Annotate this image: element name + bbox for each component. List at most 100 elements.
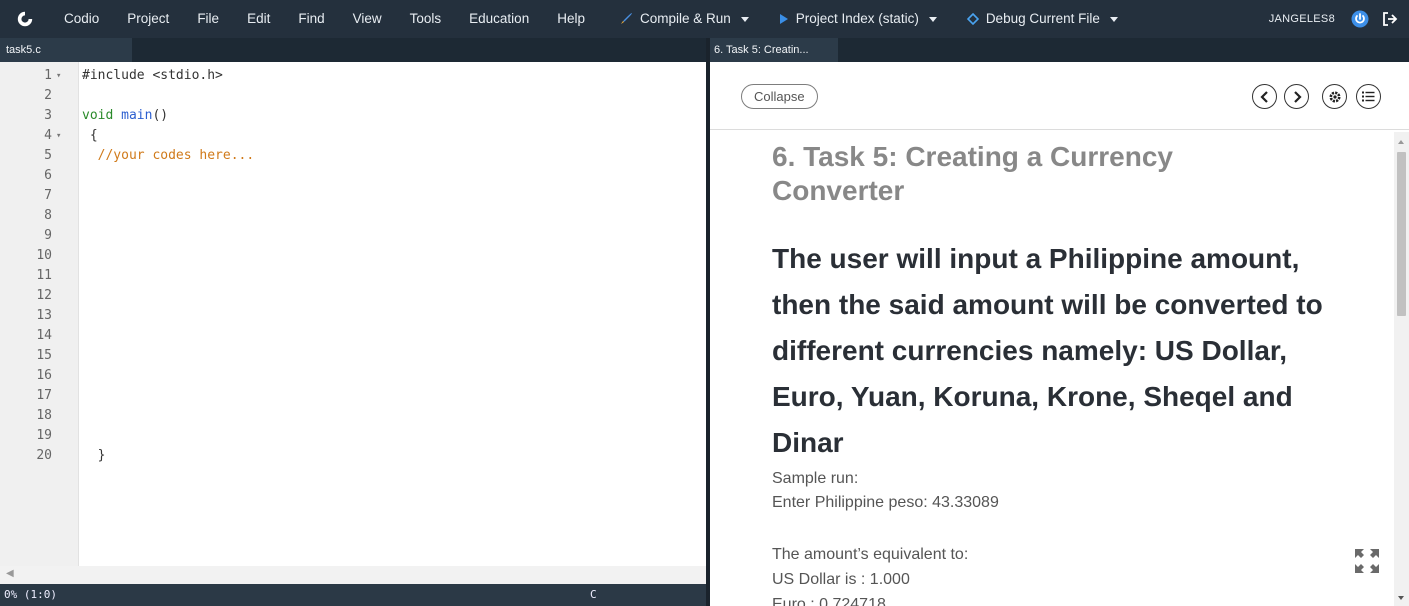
rocket-icon xyxy=(619,12,633,26)
settings-button[interactable] xyxy=(1322,84,1347,109)
line-number: 1 xyxy=(44,68,52,83)
line-number: 8 xyxy=(44,208,52,223)
line-number: 12 xyxy=(36,288,52,303)
code-line[interactable]: 4 ▾ { xyxy=(0,126,706,146)
sample-input-line: Enter Philippine peso: 43.33089 xyxy=(772,494,999,511)
collapse-button[interactable]: Collapse xyxy=(741,84,818,109)
code-text[interactable]: } xyxy=(82,446,106,466)
line-number: 9 xyxy=(44,228,52,243)
line-number: 4 xyxy=(44,128,52,143)
language-mode[interactable]: C xyxy=(590,584,597,606)
tab-task5-c[interactable]: task5.c xyxy=(0,38,132,62)
chevron-down-icon[interactable] xyxy=(740,16,749,22)
prev-page-button[interactable] xyxy=(1252,84,1277,109)
code-line[interactable]: 17 xyxy=(0,386,706,406)
chevron-down-icon[interactable] xyxy=(1109,16,1118,22)
code-text[interactable]: void main() xyxy=(82,106,168,126)
guide-vertical-scrollbar[interactable] xyxy=(1394,132,1409,606)
code-line[interactable]: 5 //your codes here... xyxy=(0,146,706,166)
menu-edit[interactable]: Edit xyxy=(233,0,284,38)
line-number: 10 xyxy=(36,248,52,263)
menu-file[interactable]: File xyxy=(183,0,233,38)
line-number: 3 xyxy=(44,108,52,123)
line-number: 16 xyxy=(36,368,52,383)
code-line[interactable]: 1 ▾ #include <stdio.h> xyxy=(0,66,706,86)
line-number: 2 xyxy=(44,88,52,103)
tab-guide-task5[interactable]: 6. Task 5: Creatin... xyxy=(710,38,838,62)
line-number: 19 xyxy=(36,428,52,443)
code-line[interactable]: 3 void main() xyxy=(0,106,706,126)
code-line[interactable]: 6 xyxy=(0,166,706,186)
equivalent-label: The amount’s equivalent to: xyxy=(772,546,969,563)
menu-find[interactable]: Find xyxy=(284,0,338,38)
scrollbar-thumb[interactable] xyxy=(1397,152,1406,316)
guide-panel: Collapse 6. Task 5: Creating a Currency … xyxy=(710,62,1409,606)
guide-toolbar: Collapse xyxy=(710,62,1409,130)
sample-run-label: Sample run: xyxy=(772,470,859,487)
codio-logo-icon[interactable] xyxy=(0,0,50,38)
code-line[interactable]: 7 xyxy=(0,186,706,206)
menu-tools[interactable]: Tools xyxy=(396,0,456,38)
chevron-down-icon[interactable] xyxy=(928,16,937,22)
function-name-token: main xyxy=(121,108,153,123)
code-line[interactable]: 20 } xyxy=(0,446,706,466)
line-number: 11 xyxy=(36,268,52,283)
username-label[interactable]: JANGELES8 xyxy=(1269,13,1335,25)
fold-toggle-icon[interactable]: ▾ xyxy=(56,66,61,86)
code-line[interactable]: 11 xyxy=(0,266,706,286)
code-line[interactable]: 19 xyxy=(0,426,706,446)
logout-icon[interactable] xyxy=(1379,8,1401,30)
fold-toggle-icon[interactable]: ▾ xyxy=(56,126,61,146)
next-page-button[interactable] xyxy=(1284,84,1309,109)
code-line[interactable]: 9 xyxy=(0,226,706,246)
us-dollar-line: US Dollar is : 1.000 xyxy=(772,571,910,588)
code-line[interactable]: 18 xyxy=(0,406,706,426)
top-menu-bar: Codio Project File Edit Find View Tools … xyxy=(0,0,1409,38)
menu-codio[interactable]: Codio xyxy=(50,0,113,38)
code-line[interactable]: 13 xyxy=(0,306,706,326)
line-number: 13 xyxy=(36,308,52,323)
power-icon[interactable] xyxy=(1349,8,1371,30)
list-icon xyxy=(1362,91,1375,102)
code-text[interactable]: #include <stdio.h> xyxy=(82,66,223,86)
table-of-contents-button[interactable] xyxy=(1356,84,1381,109)
menu-education[interactable]: Education xyxy=(455,0,543,38)
gear-icon xyxy=(1329,91,1340,102)
scroll-down-icon[interactable] xyxy=(1398,596,1404,600)
debug-file-button[interactable]: Debug Current File xyxy=(957,0,1128,38)
menu-view[interactable]: View xyxy=(339,0,396,38)
code-line[interactable]: 8 xyxy=(0,206,706,226)
project-index-label: Project Index (static) xyxy=(795,11,919,26)
code-line[interactable]: 12 xyxy=(0,286,706,306)
code-text[interactable]: //your codes here... xyxy=(82,146,255,166)
code-line[interactable]: 14 xyxy=(0,326,706,346)
play-icon xyxy=(779,13,789,25)
line-number: 6 xyxy=(44,168,52,183)
code-editor[interactable]: 1 ▾ #include <stdio.h> 2 3 void main() 4 ▾ {5 /… xyxy=(0,62,706,584)
editor-tab-strip: task5.c xyxy=(0,38,706,62)
code-text[interactable]: { xyxy=(82,126,98,146)
line-number: 15 xyxy=(36,348,52,363)
line-number: 18 xyxy=(36,408,52,423)
line-number: 20 xyxy=(36,448,52,463)
line-number: 17 xyxy=(36,388,52,403)
editor-status-bar: 0% (1:0) C xyxy=(0,584,706,606)
code-line[interactable]: 15 xyxy=(0,346,706,366)
menu-project[interactable]: Project xyxy=(113,0,183,38)
horizontal-scrollbar[interactable]: ◀ xyxy=(0,566,706,584)
code-line[interactable]: 16 xyxy=(0,366,706,386)
debug-file-label: Debug Current File xyxy=(985,11,1100,26)
project-index-button[interactable]: Project Index (static) xyxy=(769,0,947,38)
debug-diamond-icon xyxy=(966,13,979,25)
guide-tab-strip: 6. Task 5: Creatin... xyxy=(710,38,1409,62)
code-line[interactable]: 10 xyxy=(0,246,706,266)
page-title: 6. Task 5: Creating a Currency Converter xyxy=(772,141,1173,206)
scroll-left-icon[interactable]: ◀ xyxy=(6,568,14,579)
compile-run-button[interactable]: Compile & Run xyxy=(609,0,759,38)
scroll-up-icon[interactable] xyxy=(1398,140,1404,144)
menu-help[interactable]: Help xyxy=(543,0,599,38)
code-line[interactable]: 2 xyxy=(0,86,706,106)
euro-line: Euro : 0.724718 xyxy=(772,596,886,606)
line-number: 14 xyxy=(36,328,52,343)
expand-fullscreen-icon[interactable] xyxy=(1352,546,1382,576)
